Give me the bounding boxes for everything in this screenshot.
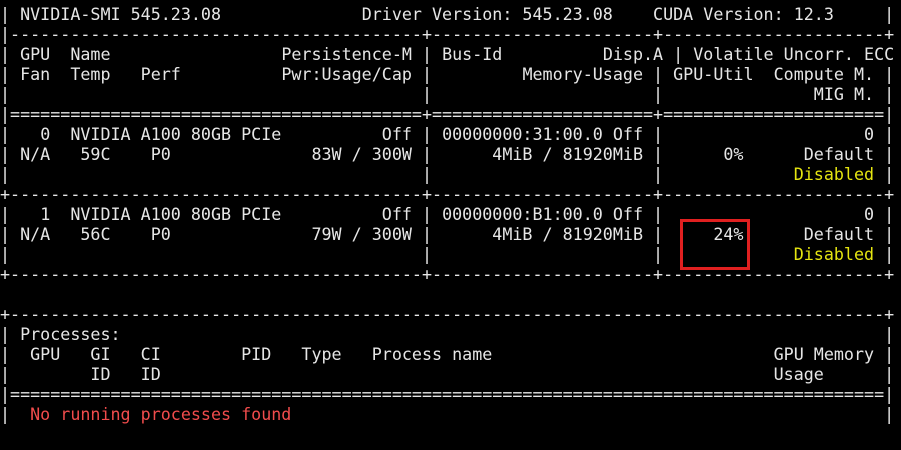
proc-col-ci: CI xyxy=(140,344,161,364)
gpu-0-fan: N/A xyxy=(20,144,51,164)
gpu-1-name: NVIDIA A100 80GB PCIe xyxy=(70,204,282,224)
header-busid: Bus-Id xyxy=(442,44,503,64)
gpu-0-row-2: | N/A 59C P0 83W / 300W | 4MiB / 81920Mi… xyxy=(0,144,895,164)
gpu-0-row-1: | 0 NVIDIA A100 80GB PCIe Off | 00000000… xyxy=(0,124,895,144)
gpu-1-index: 1 xyxy=(40,204,51,224)
cuda-version: CUDA Version: 12.3 xyxy=(653,4,834,24)
processes-title: Processes: xyxy=(20,324,121,344)
header-temp: Temp xyxy=(70,64,111,84)
gpu-1-row-1: | 1 NVIDIA A100 80GB PCIe Off | 00000000… xyxy=(0,204,895,224)
gpu-0-disp: Off xyxy=(612,124,643,144)
gpu-0-temp: 59C xyxy=(80,144,111,164)
processes-header-2: | ID ID Usage | xyxy=(0,364,895,384)
summary-row: | NVIDIA-SMI 545.23.08 Driver Version: 5… xyxy=(0,4,895,24)
header-row-1: | GPU Name Persistence-M | Bus-Id Disp.A… xyxy=(0,44,895,64)
header-persistence: Persistence-M xyxy=(281,44,412,64)
gpu-1-perf: P0 xyxy=(150,224,171,244)
proc-col-pid: PID xyxy=(241,344,272,364)
header-row-2: | Fan Temp Perf Pwr:Usage/Cap | Memory-U… xyxy=(0,64,895,84)
gpu-0-power: 83W / 300W xyxy=(311,144,412,164)
header-row-3: | | | MIG M. | xyxy=(0,84,895,104)
proc-col-gi: GI xyxy=(90,344,111,364)
header-volatile-ecc: Volatile Uncorr. ECC xyxy=(693,44,895,64)
gpu-0-ecc: 0 xyxy=(864,124,875,144)
separator: |---------------------------------------… xyxy=(0,24,895,44)
processes-header-1: | GPU GI CI PID Type Process name GPU Me… xyxy=(0,344,895,364)
smi-version: NVIDIA-SMI 545.23.08 xyxy=(20,4,222,24)
gpu-0-memory: 4MiB / 81920MiB xyxy=(492,144,643,164)
gpu-0-perf: P0 xyxy=(150,144,171,164)
proc-col-usage: Usage xyxy=(773,364,824,384)
header-pwr: Pwr:Usage/Cap xyxy=(281,64,412,84)
proc-col-ci-id: ID xyxy=(140,364,161,384)
proc-col-name: Process name xyxy=(371,344,493,364)
gpu-1-row-3: | | | Disabled | xyxy=(0,244,895,264)
gpu-1-util: 24% xyxy=(713,224,744,244)
gpu-1-mig: Disabled xyxy=(793,244,875,264)
separator: +---------------------------------------… xyxy=(0,264,895,284)
gpu-1-memory: 4MiB / 81920MiB xyxy=(492,224,643,244)
double-separator: |=======================================… xyxy=(0,104,895,124)
separator: +---------------------------------------… xyxy=(0,184,895,204)
header-gpu: GPU xyxy=(20,44,51,64)
header-gpu-util: GPU-Util xyxy=(673,64,754,84)
header-mig: MIG M. xyxy=(813,84,875,104)
gpu-0-bus-id: 00000000:31:00.0 xyxy=(442,124,603,144)
gpu-1-persistence: Off xyxy=(381,204,412,224)
header-fan: Fan xyxy=(20,64,51,84)
processes-empty-row: | No running processes found | xyxy=(0,404,895,424)
gpu-1-compute-mode: Default xyxy=(803,224,875,244)
gpu-1-row-2: | N/A 56C P0 79W / 300W | 4MiB / 81920Mi… xyxy=(0,224,895,244)
proc-col-type: Type xyxy=(301,344,342,364)
proc-col-gpu: GPU xyxy=(30,344,61,364)
gpu-0-row-3: | | | Disabled | xyxy=(0,164,895,184)
gpu-1-power: 79W / 300W xyxy=(311,224,412,244)
gpu-0-compute-mode: Default xyxy=(803,144,875,164)
gpu-0-name: NVIDIA A100 80GB PCIe xyxy=(70,124,282,144)
header-name: Name xyxy=(70,44,111,64)
gpu-1-ecc: 0 xyxy=(864,204,875,224)
gpu-0-util: 0% xyxy=(723,144,744,164)
gpu-1-disp: Off xyxy=(612,204,643,224)
header-perf: Perf xyxy=(140,64,181,84)
no-processes-message: No running processes found xyxy=(30,404,292,424)
proc-col-gi-id: ID xyxy=(90,364,111,384)
gpu-1-fan: N/A xyxy=(20,224,51,244)
processes-title-row: | Processes: | xyxy=(0,324,895,344)
gpu-0-persistence: Off xyxy=(381,124,412,144)
gpu-1-temp: 56C xyxy=(80,224,111,244)
double-separator: |=======================================… xyxy=(0,384,895,404)
header-dispa: Disp.A xyxy=(602,44,664,64)
header-compute-mode: Compute M. xyxy=(773,64,875,84)
proc-col-gpu-memory: GPU Memory xyxy=(773,344,875,364)
driver-version: Driver Version: 545.23.08 xyxy=(361,4,613,24)
gpu-1-bus-id: 00000000:B1:00.0 xyxy=(442,204,603,224)
gpu-0-index: 0 xyxy=(40,124,51,144)
separator: +---------------------------------------… xyxy=(0,304,895,324)
nvidia-smi-output: | NVIDIA-SMI 545.23.08 Driver Version: 5… xyxy=(0,4,901,424)
gpu-0-mig: Disabled xyxy=(793,164,875,184)
header-memory-usage: Memory-Usage xyxy=(522,64,643,84)
